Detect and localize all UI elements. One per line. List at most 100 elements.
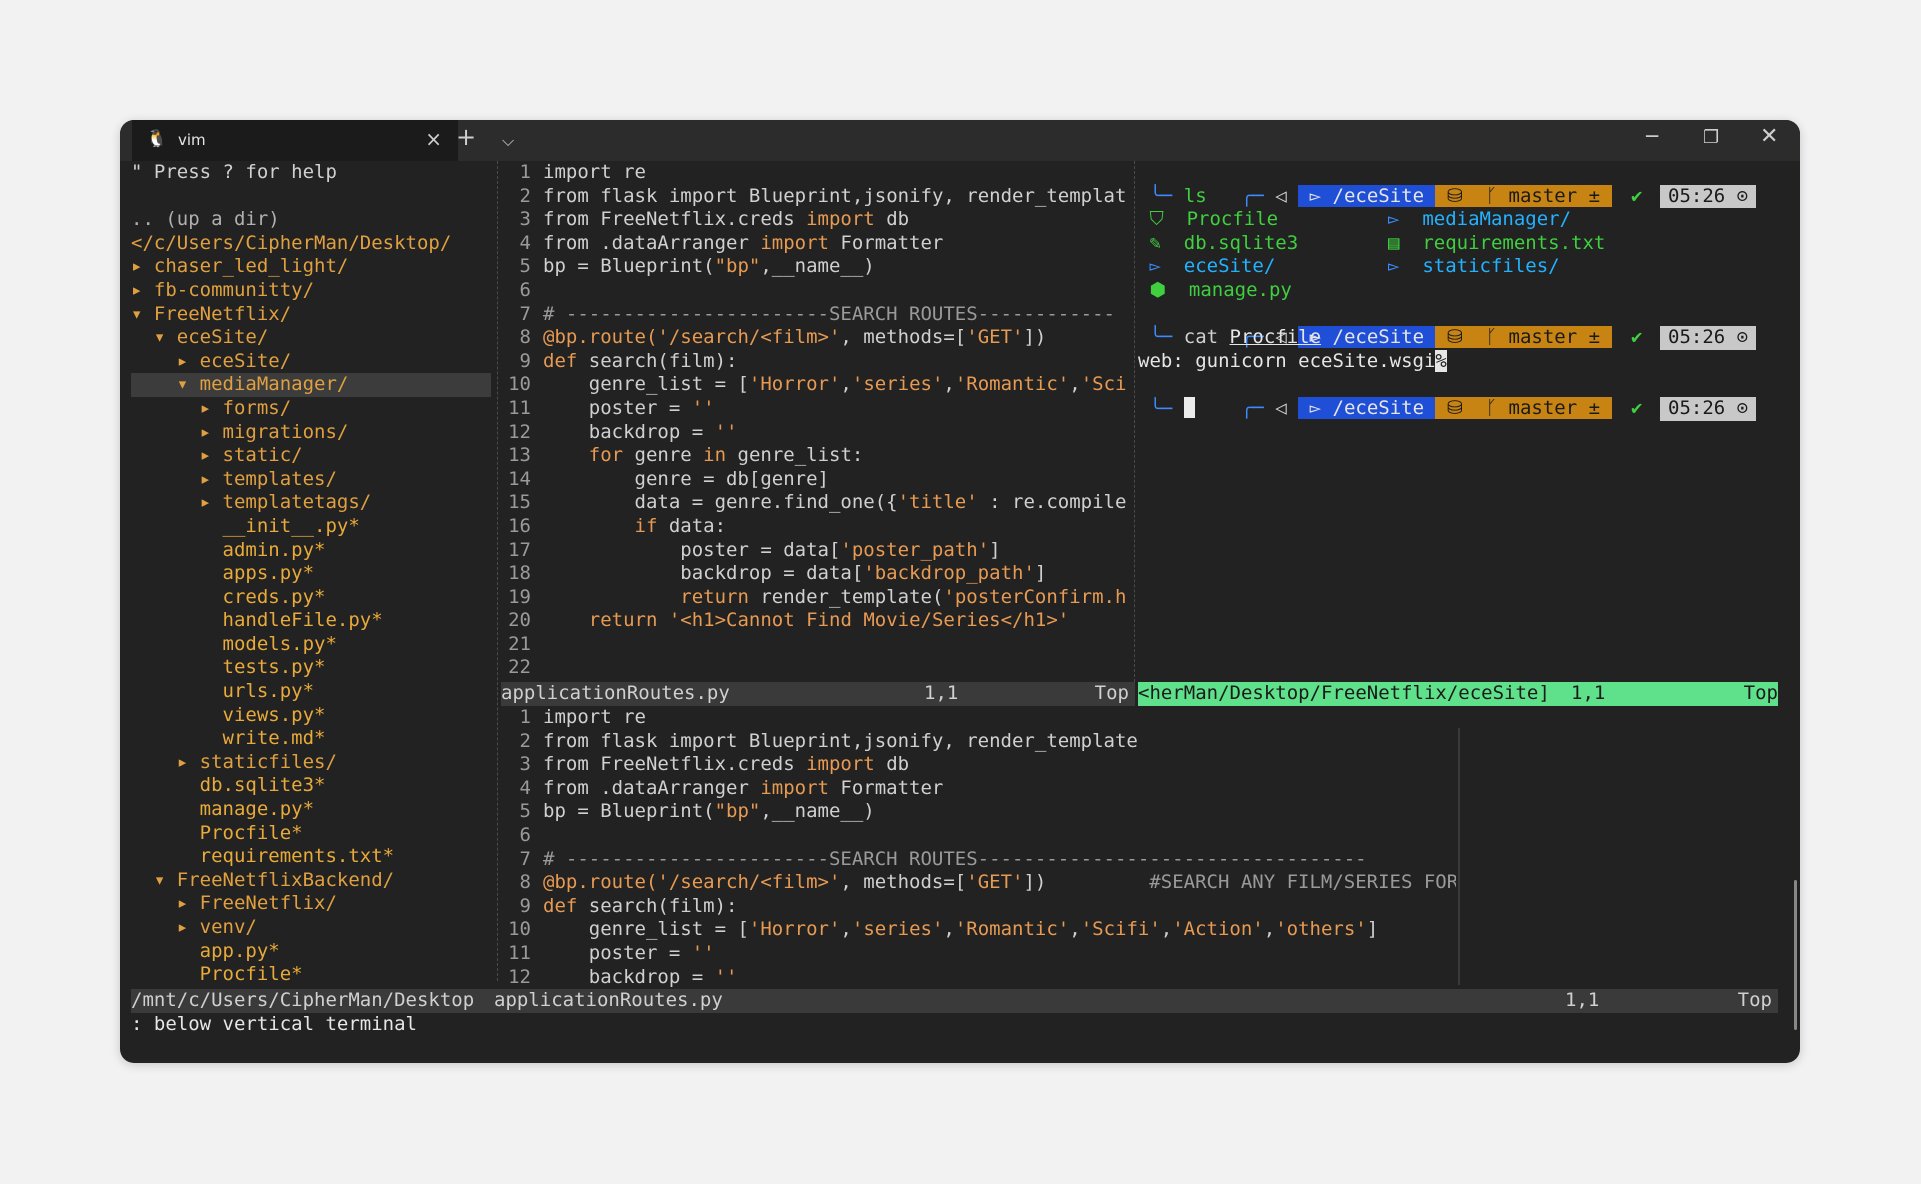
nerdtree-pane[interactable]: " Press ? for help .. (up a dir) </c/Use…: [131, 161, 491, 1006]
tree-file-item[interactable]: manage.py*: [131, 798, 491, 822]
tree-dir-item[interactable]: ▸ chaser_led_light/: [131, 255, 491, 279]
minimize-icon[interactable]: ─: [1646, 124, 1658, 148]
code-token: 'GET': [966, 871, 1024, 894]
code-token: 'Romantic': [954, 373, 1070, 396]
up-dir-link[interactable]: .. (up a dir): [131, 208, 491, 232]
code-token: import re: [543, 706, 646, 728]
code-token: from FreeNetflix.creds: [543, 208, 807, 231]
tree-dir-item[interactable]: ▸ migrations/: [131, 421, 491, 445]
tree-file-item[interactable]: creds.py*: [131, 586, 491, 610]
status-filename: applicationRoutes.py: [494, 989, 723, 1011]
line-number: 13: [508, 444, 531, 467]
chevron-down-icon[interactable]: ⌵: [502, 131, 514, 151]
code-token: ,: [1160, 918, 1173, 941]
code-token: bp = Blueprint(: [543, 800, 715, 823]
tree-item-label: db.sqlite3*: [199, 774, 326, 797]
code-token: @bp.route(: [543, 871, 658, 894]
code-token: import: [806, 753, 875, 776]
code-token: def: [543, 894, 578, 917]
tree-file-item[interactable]: views.py*: [131, 704, 491, 728]
tree-dir-item[interactable]: ▾ eceSite/: [131, 326, 491, 350]
tree-file-item[interactable]: db.sqlite3*: [131, 774, 491, 798]
line-number: 10: [508, 918, 531, 941]
tree-dir-item[interactable]: ▸ templates/: [131, 468, 491, 492]
tree-file-item[interactable]: models.py*: [131, 633, 491, 657]
code-token: genre: [623, 444, 704, 467]
ls-row: ⛉ Procfile ▻ mediaManager/: [1138, 208, 1572, 231]
tree-dir-item[interactable]: ▾ FreeNetflix/: [131, 303, 491, 327]
prompt-line: ╭─ ◁ ▻ /eceSite ⛁ ᚴ master ± ✔ 05:26 ⊙: [1138, 373, 1778, 421]
tree-file-item[interactable]: urls.py*: [131, 680, 491, 704]
command-line[interactable]: : below vertical terminal: [131, 1013, 417, 1037]
code-token: : re.compile: [977, 491, 1127, 514]
code-line: 22: [501, 656, 1131, 680]
new-tab-icon[interactable]: +: [456, 123, 476, 151]
code-token: genre_list = [: [543, 918, 749, 941]
line-number: 12: [508, 420, 531, 443]
tree-dir-item[interactable]: ▸ FreeNetflix/: [131, 892, 491, 916]
code-token: ,__name__): [760, 255, 875, 278]
tree-dir-item[interactable]: ▸ staticfiles/: [131, 751, 491, 775]
tree-dir-item[interactable]: ▸ forms/: [131, 397, 491, 421]
tree-dir-item[interactable]: ▸ templatetags/: [131, 491, 491, 515]
ls-item: Procfile: [1186, 208, 1279, 231]
ls-item: requirements.txt: [1422, 231, 1606, 254]
code-token: , methods=[: [840, 871, 967, 894]
tree-file-item[interactable]: requirements.txt*: [131, 845, 491, 869]
line-number: 6: [519, 278, 531, 301]
code-token: backdrop = data[: [543, 562, 864, 585]
tree-file-item[interactable]: apps.py*: [131, 562, 491, 586]
tree-item-label: forms/: [222, 396, 292, 419]
line-number: 3: [519, 208, 531, 231]
tree-file-item[interactable]: Procfile*: [131, 822, 491, 846]
ls-row: ✎ db.sqlite3 ▤ requirements.txt: [1138, 231, 1606, 254]
code-token: return: [680, 585, 749, 608]
close-tab-icon[interactable]: ×: [425, 127, 442, 151]
tree-file-item[interactable]: __init__.py*: [131, 515, 491, 539]
tree-file-item[interactable]: admin.py*: [131, 539, 491, 563]
editor-bottom-pane[interactable]: 1 import re 2 from flask import Blueprint,j…: [501, 706, 1456, 989]
tree-dir-item[interactable]: ▾ mediaManager/: [131, 373, 491, 397]
tree-file-item[interactable]: app.py*: [131, 940, 491, 964]
vertical-split: [1458, 728, 1460, 985]
close-window-icon[interactable]: ✕: [1760, 124, 1778, 149]
collapsed-arrow-icon: ▸: [199, 444, 223, 467]
terminal-area[interactable]: " Press ? for help .. (up a dir) </c/Use…: [131, 161, 1778, 1063]
tree-item-label: FreeNetflix/: [199, 892, 337, 915]
tree-file-item[interactable]: handleFile.py*: [131, 609, 491, 633]
code-line: 9 def search(film):: [501, 350, 1131, 374]
code-line: 1 import re: [501, 706, 1456, 730]
collapsed-arrow-icon: ▸: [199, 396, 223, 419]
tree-file-item[interactable]: Procfile*: [131, 963, 491, 987]
status-scroll: Top: [1737, 989, 1772, 1011]
tree-dir-item[interactable]: ▾ FreeNetflixBackend/: [131, 869, 491, 893]
editor-top-pane[interactable]: 1 import re 2 from flask import Blueprint,j…: [501, 161, 1131, 682]
code-token: data:: [657, 514, 727, 537]
collapsed-arrow-icon: ▸: [199, 491, 223, 514]
code-token: 'backdrop_path': [863, 562, 1035, 585]
shell-pane[interactable]: ╭─ ◁ ▻ /eceSite ⛁ ᚴ master ± ✔ 05:26 ⊙ ╰─…: [1138, 161, 1778, 682]
tree-dir-item[interactable]: ▸ fb-communitty/: [131, 279, 491, 303]
scrollbar[interactable]: [1794, 880, 1797, 1030]
line-number: 8: [519, 871, 531, 894]
tree-dir-item[interactable]: ▸ eceSite/: [131, 350, 491, 374]
collapsed-arrow-icon: ▸: [176, 349, 200, 372]
line-number: 7: [519, 847, 531, 870]
tree-dir-item[interactable]: ▸ venv/: [131, 916, 491, 940]
tree-file-item[interactable]: write.md*: [131, 727, 491, 751]
code-token: ]: [1366, 918, 1379, 941]
tree-file-item[interactable]: tests.py*: [131, 656, 491, 680]
code-token: '<h1>Cannot Find Movie/Series</h1>': [668, 609, 1070, 632]
tab-vim[interactable]: 🐧 vim ×: [132, 120, 458, 161]
tree-dir-item[interactable]: ▸ static/: [131, 444, 491, 468]
code-token: ,: [943, 373, 955, 396]
line-number: 10: [508, 373, 531, 396]
editor-top-statusline: applicationRoutes.py 1,1 Top: [501, 682, 1135, 706]
code-line: 7 # -----------------------SEARCH ROUTES-…: [501, 303, 1131, 327]
code-token: # -----------------------SEARCH ROUTES--…: [543, 847, 1367, 870]
restore-icon[interactable]: ❐: [1703, 127, 1719, 148]
code-token: ,: [840, 918, 852, 941]
